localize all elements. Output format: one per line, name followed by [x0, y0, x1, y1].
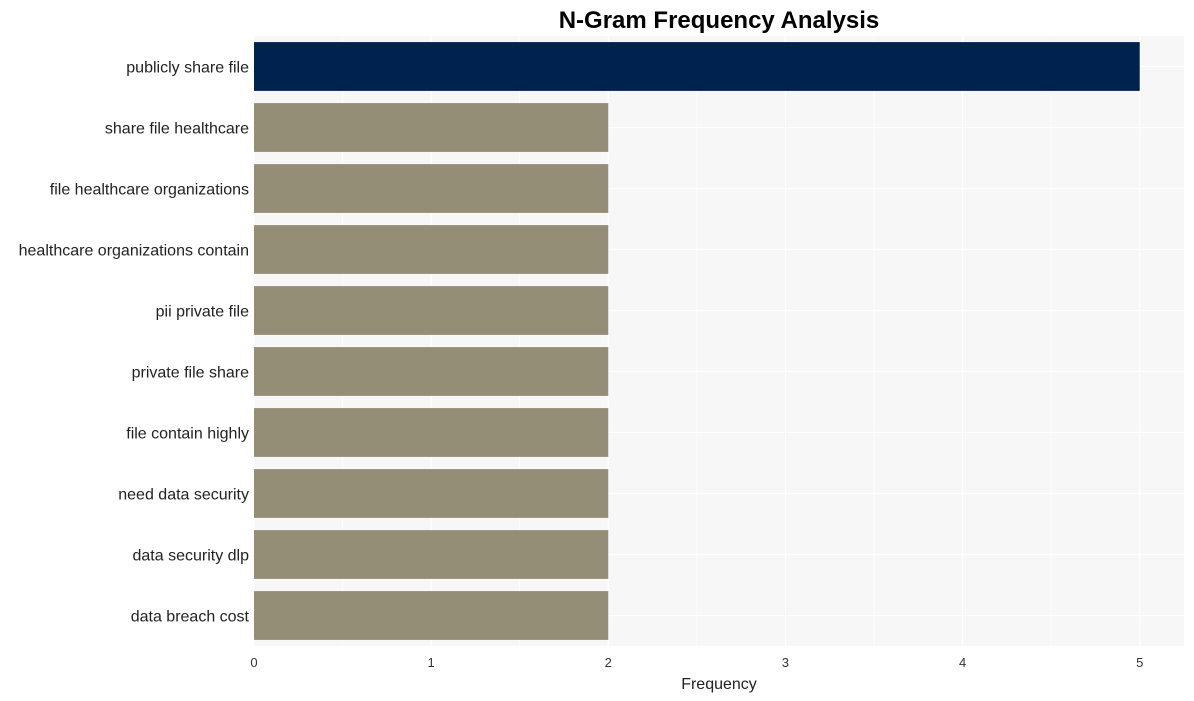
bar [254, 225, 609, 274]
x-axis-label: Frequency [681, 676, 757, 693]
bar [254, 469, 609, 518]
x-tick-label: 1 [428, 655, 435, 670]
category-label: pii private file [156, 304, 249, 321]
ngram-bar-chart: publicly share file share file healthcare… [19, 7, 1184, 693]
bar [254, 408, 609, 457]
chart-title: N-Gram Frequency Analysis [559, 7, 880, 34]
bar [254, 164, 609, 213]
bar [254, 591, 609, 640]
x-tick-label: 2 [605, 655, 612, 670]
x-tick-label: 0 [250, 655, 257, 670]
category-label: private file share [132, 365, 249, 382]
category-label: file contain highly [126, 426, 249, 443]
category-label: file healthcare organizations [50, 182, 249, 199]
category-label: healthcare organizations contain [19, 243, 249, 260]
bar [254, 42, 1140, 91]
bar [254, 103, 609, 152]
x-tick-labels: 0 1 2 3 4 5 [250, 655, 1143, 670]
category-labels: publicly share file share file healthcare… [19, 60, 250, 626]
x-tick-label: 4 [959, 655, 966, 670]
category-label: need data security [118, 487, 249, 504]
x-tick-label: 5 [1136, 655, 1143, 670]
category-label: data breach cost [131, 609, 250, 626]
bar [254, 286, 609, 335]
category-label: publicly share file [126, 60, 249, 77]
bar [254, 530, 609, 579]
bar [254, 347, 609, 396]
x-tick-label: 3 [782, 655, 789, 670]
category-label: share file healthcare [105, 121, 249, 138]
category-label: data security dlp [132, 548, 249, 565]
